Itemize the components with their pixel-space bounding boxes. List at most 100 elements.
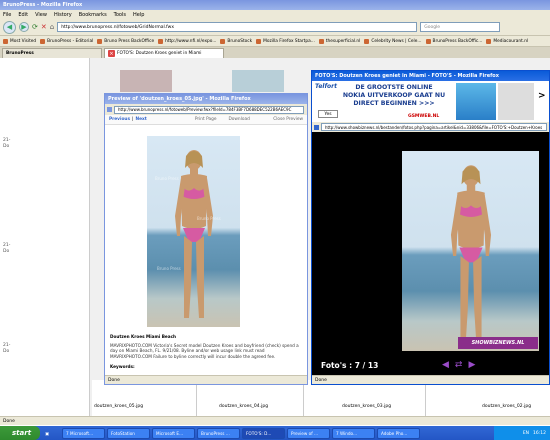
preview-address-text: http://www.brunopress.nl/fotoweb/Preview… bbox=[118, 107, 292, 112]
thumbnail-filename: doutzen_kroes_03.jpg bbox=[342, 404, 392, 409]
thumbnail-filename: doutzen_kroes_02.jpg bbox=[482, 404, 532, 409]
bookmark-label: thesuperficial.nl bbox=[325, 38, 361, 44]
main-title-bar: BrunoPress - Mozilla Firefox bbox=[0, 0, 550, 10]
thumbnail-cell[interactable]: doutzen_kroes_02.jpg bbox=[428, 380, 548, 416]
taskbar-label: Microsoft E... bbox=[156, 430, 184, 436]
address-bar[interactable]: http://www.brunopress.nl/fotoweb/GridNor… bbox=[57, 22, 418, 32]
bookmark-item[interactable]: Celebrity News | Cele... bbox=[364, 38, 422, 44]
showbiz-photo: SHOWBIZNEWS.NL bbox=[402, 151, 539, 351]
ad-line: DIRECT BEGINNEN >>> bbox=[353, 100, 435, 107]
thumbnail-filename: doutzen_kroes_05.jpg bbox=[94, 404, 144, 409]
taskbar-item[interactable]: FotoStation bbox=[107, 427, 150, 439]
showbiz-address-bar[interactable]: http://www.showbiznews.nl/bestanden/foto… bbox=[321, 123, 547, 131]
forward-button[interactable]: ▶ bbox=[19, 22, 29, 32]
download-link[interactable]: Download bbox=[228, 117, 249, 122]
menu-edit[interactable]: Edit bbox=[18, 12, 28, 18]
bookmark-label: Mozilla Firefox Startpa... bbox=[263, 38, 315, 44]
taskbar-label: 7 Microsoft... bbox=[66, 430, 94, 436]
main-status-text: Done bbox=[3, 418, 15, 424]
grid-thumbnail[interactable] bbox=[232, 70, 284, 92]
bookmark-icon bbox=[40, 38, 46, 44]
taskbar-item[interactable]: 7 Windo... bbox=[332, 427, 375, 439]
bookmark-item[interactable]: BrunoPress BackOffic... bbox=[425, 38, 483, 44]
tab-brunopress[interactable]: BrunoPress bbox=[2, 48, 102, 58]
bookmark-label: Celebrity News | Cele... bbox=[371, 38, 422, 44]
menu-tools[interactable]: Tools bbox=[114, 12, 126, 18]
ad-banner[interactable]: Telfort DE GROOTSTE ONLINE NOKIA UITVERK… bbox=[312, 81, 549, 122]
previous-link[interactable]: Previous bbox=[109, 117, 130, 122]
tab-foto-doutzen[interactable]: × FOTO'S: Doutzen Kroes geniet in Miami bbox=[104, 48, 224, 58]
language-indicator[interactable]: EN bbox=[523, 431, 529, 436]
system-tray: EN 16:12 bbox=[494, 426, 550, 440]
bookmark-item[interactable]: BrunoStock bbox=[220, 38, 253, 44]
ad-yes-button[interactable]: Yes bbox=[318, 110, 338, 118]
preview-photo: Bruno Press Bruno Press Bruno Press bbox=[147, 136, 240, 327]
taskbar-label: FotoStation bbox=[111, 430, 135, 436]
side-label: Do bbox=[3, 144, 10, 149]
bookmark-label: Mediacourant.nl bbox=[493, 38, 529, 44]
side-date: 21- bbox=[3, 343, 11, 348]
bookmark-item[interactable]: http://www.nfi.nl/expo... bbox=[158, 38, 216, 44]
bookmark-item[interactable]: Mozilla Firefox Startpa... bbox=[256, 38, 315, 44]
print-page-link[interactable]: Print Page bbox=[195, 117, 217, 122]
keywords-label: Keywords: bbox=[110, 364, 135, 369]
photo-brand-badge: SHOWBIZNEWS.NL bbox=[458, 337, 538, 349]
search-input[interactable]: Google bbox=[420, 22, 501, 32]
quick-launch[interactable]: ▣ bbox=[42, 428, 60, 439]
bookmark-icon bbox=[486, 38, 492, 44]
reload-icon[interactable]: ⟳ bbox=[32, 23, 38, 31]
showbiz-status-bar: Done bbox=[312, 375, 549, 384]
prev-photo-icon[interactable]: ◀ bbox=[442, 360, 449, 370]
showbiz-address-text: http://www.showbiznews.nl/bestanden/foto… bbox=[325, 124, 543, 130]
menu-view[interactable]: View bbox=[35, 12, 47, 18]
refresh-icon[interactable]: ⇄ bbox=[455, 360, 463, 370]
main-window-title: BrunoPress - Mozilla Firefox bbox=[3, 2, 83, 8]
photo-counter: Foto's : 7 / 13 bbox=[321, 361, 379, 370]
home-icon[interactable]: ⌂ bbox=[50, 23, 54, 31]
close-tab-icon[interactable]: × bbox=[108, 50, 115, 57]
next-photo-icon[interactable]: ▶ bbox=[468, 360, 475, 370]
bookmark-item[interactable]: Bruno Press BackOffice bbox=[97, 38, 154, 44]
taskbar-item[interactable]: BrunoPress ... bbox=[197, 427, 240, 439]
menu-bookmarks[interactable]: Bookmarks bbox=[79, 12, 107, 18]
side-label: Do bbox=[3, 349, 10, 354]
taskbar-item[interactable]: FOTO'S: D... bbox=[242, 427, 285, 439]
close-preview-link[interactable]: Close Preview bbox=[273, 117, 303, 122]
taskbar-item[interactable]: Microsoft E... bbox=[152, 427, 195, 439]
thumbnail-cell[interactable]: doutzen_kroes_04.jpg bbox=[199, 380, 304, 416]
preview-toolbar: Previous | Next Print Page Download Clos… bbox=[105, 115, 307, 125]
bookmark-icon bbox=[97, 38, 103, 44]
thumbnail-cell[interactable]: doutzen_kroes_05.jpg bbox=[92, 380, 197, 416]
thumbnail-cell[interactable]: doutzen_kroes_03.jpg bbox=[306, 380, 426, 416]
bookmark-label: BrunoStock bbox=[227, 38, 253, 44]
ad-site-label: GSMWEB.NL bbox=[408, 114, 440, 119]
quick-launch-icon: ▣ bbox=[45, 430, 49, 436]
back-button[interactable]: ◀ bbox=[3, 20, 16, 34]
taskbar: start ▣ 7 Microsoft... FotoStation Micro… bbox=[0, 426, 550, 440]
taskbar-item[interactable]: Adobe Pho... bbox=[377, 427, 420, 439]
menu-file[interactable]: File bbox=[3, 12, 11, 18]
left-panel: 21- Do 21- Do 21- Do bbox=[0, 58, 90, 416]
menu-help[interactable]: Help bbox=[133, 12, 144, 18]
grid-thumbnail[interactable] bbox=[120, 70, 172, 92]
taskbar-item[interactable]: 7 Microsoft... bbox=[62, 427, 105, 439]
caption-area: Doutzen Kroes Miami Beach MAVRIXPHOTO.CO… bbox=[110, 334, 302, 370]
taskbar-label: BrunoPress ... bbox=[201, 430, 230, 436]
bookmark-item[interactable]: thesuperficial.nl bbox=[318, 38, 361, 44]
showbiz-title-bar: FOTO'S: Doutzen Kroes geniet in Miami - … bbox=[312, 71, 549, 81]
bookmark-item[interactable]: Most Visited bbox=[3, 38, 36, 44]
menu-history[interactable]: History bbox=[54, 12, 72, 18]
stop-icon[interactable]: ✕ bbox=[41, 23, 47, 31]
preview-address-bar[interactable]: http://www.brunopress.nl/fotoweb/Preview… bbox=[114, 105, 304, 114]
next-link[interactable]: Next bbox=[135, 117, 146, 122]
photo-brand-text: SHOWBIZNEWS.NL bbox=[471, 340, 525, 346]
start-button[interactable]: start bbox=[0, 426, 40, 440]
tab-label: FOTO'S: Doutzen Kroes geniet in Miami bbox=[117, 51, 202, 56]
bookmark-item[interactable]: BrunoPress - Editorial bbox=[40, 38, 94, 44]
bookmark-label: BrunoPress BackOffic... bbox=[432, 38, 483, 44]
bookmark-label: BrunoPress - Editorial bbox=[47, 38, 94, 44]
taskbar-item[interactable]: Preview of ... bbox=[287, 427, 330, 439]
page-icon bbox=[107, 107, 112, 112]
model-figure bbox=[450, 165, 491, 343]
bookmark-item[interactable]: Mediacourant.nl bbox=[486, 38, 529, 44]
